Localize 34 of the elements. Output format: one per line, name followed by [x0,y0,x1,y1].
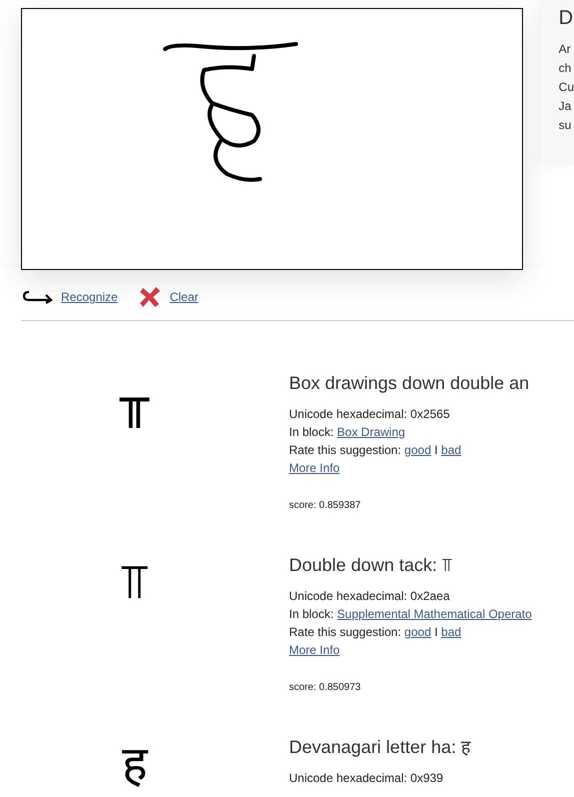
panel-text: ch [558,60,572,77]
character-glyph: ह [122,735,147,794]
hex-code-text: Unicode hexadecimal: 0x939 [289,770,444,787]
character-glyph: ╥ [120,371,149,430]
recognize-link[interactable]: Recognize [61,288,118,306]
score-text: score: 0.850973 [289,681,362,695]
result-title: Double down tack: ⫪ [289,554,454,577]
panel-text: Ja [558,98,572,115]
panel-text: su [558,117,572,134]
hex-code-text: Unicode hexadecimal: 0x2565 [289,406,451,423]
block-link[interactable]: Supplemental Mathematical Operato [337,607,532,621]
hex-code-text: Unicode hexadecimal: 0x2aea [289,588,451,605]
good-link[interactable]: good [404,443,432,457]
panel-text: Cu [558,79,574,96]
rate-text: Rate this suggestion: good I bad [289,624,462,641]
rate-text: Rate this suggestion: good I bad [289,442,462,459]
score-text: score: 0.859387 [289,499,362,513]
bad-link[interactable]: bad [441,625,462,639]
more-info-link[interactable]: More Info [289,641,340,659]
more-info-link[interactable]: More Info [289,459,340,477]
hook-arrow-icon [23,290,53,304]
cross-icon [138,285,162,309]
panel-text: Ar [558,41,572,58]
block-text: In block: Supplemental Mathematical Operato [289,606,532,623]
block-link[interactable]: Box Drawing [337,425,406,439]
result-title: Box drawings down double an [289,372,530,395]
bad-link[interactable]: bad [441,443,462,457]
drawing-canvas[interactable] [21,8,523,270]
character-glyph: ⫪ [121,553,148,612]
clear-link[interactable]: Clear [170,288,198,306]
good-link[interactable]: good [404,625,432,639]
result-title: Devanagari letter ha: ह [289,736,472,759]
panel-heading: D [558,6,574,31]
block-text: In block: Box Drawing [289,424,406,441]
